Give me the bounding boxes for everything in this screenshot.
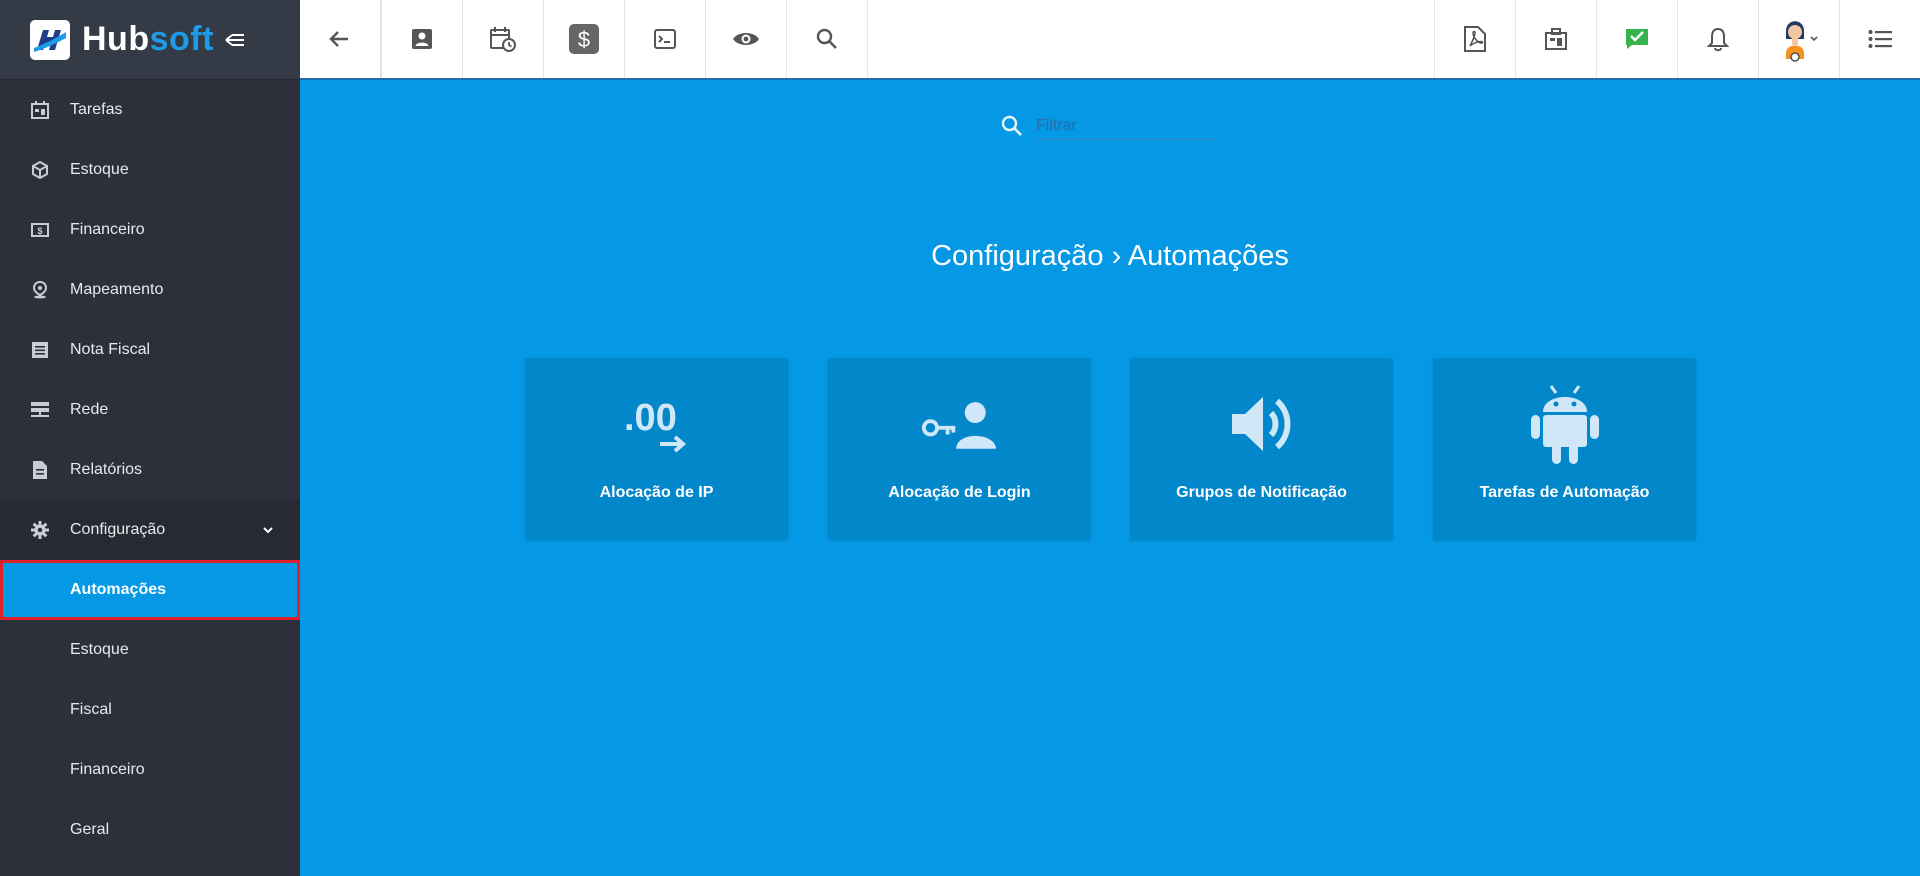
contact-card-icon xyxy=(412,29,432,49)
notifications-button[interactable] xyxy=(1677,0,1758,78)
sidebar-item-estoque[interactable]: Estoque xyxy=(0,140,300,200)
sidebar-subitem-geral[interactable]: Geral xyxy=(0,800,300,860)
building-icon xyxy=(1545,28,1567,50)
schedule-button[interactable] xyxy=(463,0,544,78)
card-label: Tarefas de Automação xyxy=(1479,484,1650,501)
list-menu-button[interactable] xyxy=(1839,0,1920,78)
sidebar-item-configuracao[interactable]: Configuração xyxy=(0,500,300,560)
contacts-button[interactable] xyxy=(382,0,463,78)
search-icon xyxy=(816,28,837,49)
main-content: Configuração › Automações .00 Alocação d… xyxy=(300,80,1920,876)
terminal-icon xyxy=(654,29,676,49)
top-toolbar: $ xyxy=(300,0,1920,80)
sidebar-item-label: Mapeamento xyxy=(70,281,164,298)
speaker-icon xyxy=(1222,384,1302,464)
toolbar-right-group xyxy=(1434,0,1920,78)
sidebar-item-label: Rede xyxy=(70,401,109,418)
tasks-check-button[interactable] xyxy=(1596,0,1677,78)
sidebar-subitem-automacoes[interactable]: Automações xyxy=(0,560,300,620)
sidebar-item-label: Configuração xyxy=(70,521,166,538)
search-button[interactable] xyxy=(787,0,868,78)
sidebar: Hubsoft Tarefas Estoque $ Financeiro Map… xyxy=(0,0,300,876)
logo-text: Hubsoft xyxy=(82,20,214,58)
sidebar-item-mapeamento[interactable]: Mapeamento xyxy=(0,260,300,320)
map-pin-icon xyxy=(30,280,50,300)
filter-input[interactable] xyxy=(1036,112,1218,140)
sidebar-subitem-financeiro[interactable]: Financeiro xyxy=(0,740,300,800)
back-button[interactable] xyxy=(300,0,382,78)
sidebar-item-label: Estoque xyxy=(70,161,129,178)
pdf-button[interactable] xyxy=(1434,0,1515,78)
eye-icon xyxy=(733,33,759,45)
sidebar-subitem-fiscal[interactable]: Fiscal xyxy=(0,680,300,740)
money-icon: $ xyxy=(30,220,50,240)
ip-allocation-icon: .00 xyxy=(617,384,697,464)
list-icon xyxy=(1868,30,1892,48)
arrow-left-icon xyxy=(329,31,348,47)
card-label: Alocação de Login xyxy=(888,484,1031,501)
card-alocacao-ip[interactable]: .00 Alocação de IP xyxy=(525,358,788,540)
avatar xyxy=(1786,21,1818,62)
card-grupos-notificacao[interactable]: Grupos de Notificação xyxy=(1130,358,1393,540)
card-label: Alocação de IP xyxy=(599,484,714,501)
card-tarefas-automacao[interactable]: Tarefas de Automação xyxy=(1433,358,1696,540)
sidebar-item-financeiro[interactable]: $ Financeiro xyxy=(0,200,300,260)
sidebar-item-label: Nota Fiscal xyxy=(70,341,151,358)
svg-text:.00: .00 xyxy=(624,397,677,439)
card-label: Grupos de Notificação xyxy=(1176,484,1347,501)
svg-text:$: $ xyxy=(37,226,42,236)
terminal-button[interactable] xyxy=(625,0,706,78)
logo-area: Hubsoft xyxy=(0,0,300,80)
company-button[interactable] xyxy=(1515,0,1596,78)
sidebar-item-label: Financeiro xyxy=(70,221,145,238)
svg-text:$: $ xyxy=(578,27,590,52)
chat-check-icon xyxy=(1626,29,1648,49)
report-file-icon xyxy=(30,460,50,480)
finance-button[interactable]: $ xyxy=(544,0,625,78)
sidebar-item-tarefas[interactable]: Tarefas xyxy=(0,80,300,140)
filter-bar xyxy=(1000,112,1218,140)
view-button[interactable] xyxy=(706,0,787,78)
search-icon xyxy=(1001,115,1022,136)
calendar-clock-icon xyxy=(490,27,516,52)
sidebar-item-rede[interactable]: Rede xyxy=(0,380,300,440)
document-list-icon xyxy=(30,340,50,360)
tasks-calendar-icon xyxy=(30,100,50,120)
hubsoft-logo-icon xyxy=(30,19,70,60)
user-menu-button[interactable] xyxy=(1758,0,1839,78)
sidebar-item-label: Tarefas xyxy=(70,101,123,118)
sidebar-subitem-estoque[interactable]: Estoque xyxy=(0,620,300,680)
pdf-file-icon xyxy=(1464,26,1486,52)
collapse-menu-icon[interactable] xyxy=(224,29,246,51)
key-user-icon xyxy=(920,384,1000,464)
card-alocacao-login[interactable]: Alocação de Login xyxy=(828,358,1091,540)
dollar-icon: $ xyxy=(569,24,599,54)
box-icon xyxy=(30,160,50,180)
server-icon xyxy=(30,400,50,420)
android-icon xyxy=(1525,384,1605,464)
sidebar-item-nota-fiscal[interactable]: Nota Fiscal xyxy=(0,320,300,380)
page-title: Configuração › Automações xyxy=(931,240,1289,272)
bell-icon xyxy=(1707,27,1729,52)
sidebar-item-label: Relatórios xyxy=(70,461,143,478)
sidebar-item-relatorios[interactable]: Relatórios xyxy=(0,440,300,500)
gear-icon xyxy=(30,520,50,540)
chevron-down-icon xyxy=(260,522,276,538)
